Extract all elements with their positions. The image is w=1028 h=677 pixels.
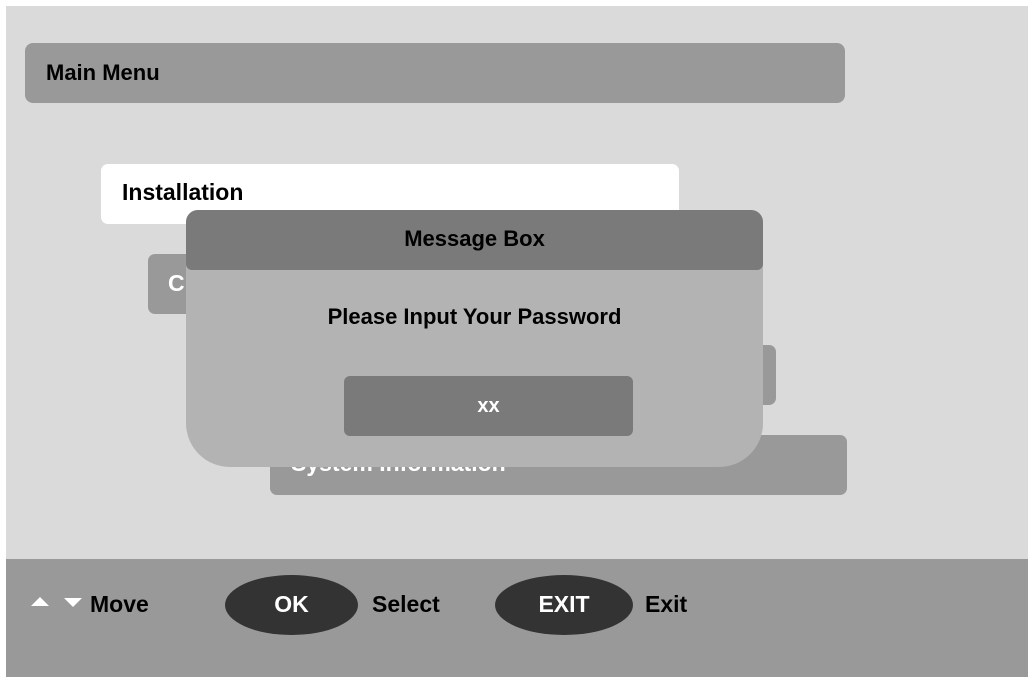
password-prompt: Please Input Your Password: [327, 304, 622, 329]
page-title: Main Menu: [46, 60, 160, 85]
message-box-dialog: Message Box Please Input Your Password x…: [186, 210, 763, 467]
message-box-header: Message Box: [186, 210, 763, 270]
password-input[interactable]: xx: [344, 376, 633, 436]
message-box-title: Message Box: [404, 226, 545, 251]
exit-label: Exit: [645, 591, 688, 617]
menu-item-label: C: [168, 270, 185, 296]
move-label: Move: [90, 591, 149, 617]
exit-key-button[interactable]: EXIT: [495, 575, 633, 635]
arrow-down-icon: [64, 598, 82, 607]
main-menu-title-bar: Main Menu: [25, 43, 845, 103]
menu-item-label: Installation: [122, 179, 244, 205]
footer-help-bar: Move OK Select EXIT Exit: [6, 559, 1028, 677]
arrow-up-icon: [31, 597, 49, 606]
ok-key-button[interactable]: OK: [225, 575, 358, 635]
tv-screen: Main Menu Installation C System Informat…: [6, 6, 1028, 677]
select-label: Select: [372, 591, 440, 617]
